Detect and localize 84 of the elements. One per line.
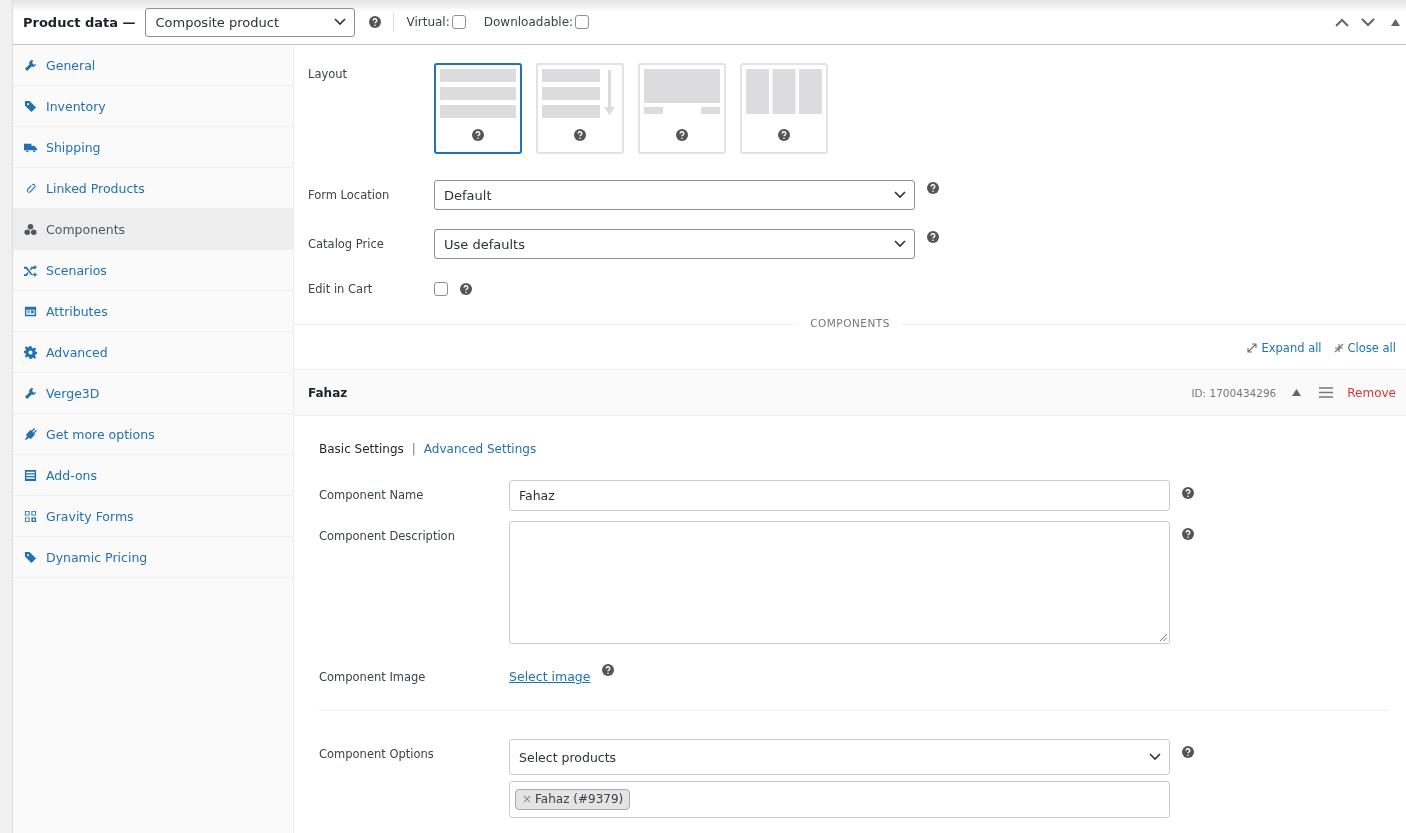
move-down-icon[interactable] [1361, 17, 1375, 27]
sidebar-item[interactable]: Verge3D [13, 373, 293, 414]
product-token[interactable]: × Fahaz (#9379) [515, 789, 631, 810]
resize-handle-icon[interactable] [1160, 634, 1167, 641]
close-all-link[interactable]: Close all [1347, 341, 1396, 355]
help-icon[interactable] [927, 231, 939, 243]
product-select[interactable]: Select products [509, 739, 1170, 775]
help-icon[interactable] [1182, 746, 1194, 758]
chevron-down-icon [894, 191, 906, 199]
form-location-select[interactable]: Default [434, 180, 915, 210]
grid-icon [24, 509, 37, 523]
sidebar-item[interactable]: General [13, 45, 293, 86]
link-icon [24, 181, 37, 195]
sidebar-item[interactable]: Gravity Forms [13, 496, 293, 537]
wrench-icon [24, 386, 37, 400]
sidebar-item[interactable]: Attributes [13, 291, 293, 332]
field-label: Catalog Price [308, 237, 385, 251]
settings-tab[interactable]: Advanced Settings [423, 442, 537, 456]
collapse-icon[interactable] [1391, 18, 1400, 26]
tab-separator: | [411, 442, 416, 456]
field-label: Layout [308, 67, 349, 81]
sidebar-item[interactable]: Get more options [13, 414, 293, 455]
component-description-field[interactable] [509, 521, 1170, 644]
remove-link[interactable]: Remove [1347, 385, 1396, 400]
collapse-icon [1333, 343, 1344, 353]
field-label: Component Options [319, 746, 435, 761]
sidebar-item[interactable]: Shipping [13, 127, 293, 168]
drag-handle-icon[interactable] [1319, 387, 1334, 398]
sidebar-item[interactable]: Advanced [13, 332, 293, 373]
field-label: Component Name [319, 487, 425, 502]
section-heading: COMPONENTS [798, 317, 902, 330]
help-icon[interactable] [602, 664, 615, 676]
field-label: Edit in Cart [308, 282, 374, 296]
help-icon[interactable] [1182, 528, 1194, 540]
help-icon[interactable] [369, 16, 382, 28]
rows-layout-icon [440, 69, 516, 119]
sidebar-item[interactable]: Components [13, 209, 293, 250]
field-label: Form Location [308, 188, 391, 202]
product-type-select[interactable]: Composite product [145, 7, 356, 37]
help-icon[interactable] [472, 129, 484, 141]
circles-icon [24, 222, 37, 236]
downloadable-checkbox[interactable] [575, 15, 590, 29]
help-icon[interactable] [460, 283, 472, 295]
component-name-field[interactable]: Fahaz [509, 480, 1170, 511]
help-icon[interactable] [927, 182, 939, 194]
help-icon[interactable] [1182, 487, 1194, 499]
sidebar-item[interactable]: Scenarios [13, 250, 293, 291]
help-icon[interactable] [574, 129, 586, 141]
sidebar-item[interactable]: Add-ons [13, 455, 293, 496]
expand-all-link[interactable]: Expand all [1261, 341, 1322, 355]
layout-option[interactable] [434, 63, 522, 154]
card-icon [24, 304, 37, 318]
selected-products-field[interactable]: × Fahaz (#9379) [509, 781, 1170, 818]
chevron-down-icon [894, 240, 906, 248]
plug-icon [24, 427, 37, 441]
panel-title: Product data — [23, 14, 136, 30]
select-image-link[interactable]: Select image [509, 662, 591, 684]
virtual-checkbox[interactable] [451, 15, 466, 29]
wrench-icon [24, 58, 37, 72]
edit-in-cart-checkbox[interactable] [434, 282, 448, 296]
component-id: ID: 1700434296 [1191, 386, 1277, 399]
shuffle-icon [24, 263, 37, 277]
sidebar-item[interactable]: Dynamic Pricing [13, 537, 293, 578]
move-up-icon[interactable] [1335, 17, 1349, 27]
chevron-down-icon [1149, 753, 1161, 761]
list-icon [24, 468, 37, 482]
field-label: Component Description [319, 528, 456, 543]
tag-icon [24, 550, 37, 564]
virtual-label: Virtual: [406, 15, 450, 29]
sidebar-item[interactable]: Inventory [13, 86, 293, 127]
component-title: Fahaz [308, 385, 348, 400]
field-label: Component Image [319, 669, 427, 684]
help-icon[interactable] [778, 129, 790, 141]
collapse-icon[interactable] [1292, 389, 1302, 396]
catalog-price-select[interactable]: Use defaults [434, 229, 915, 259]
rows-layout-icon [542, 69, 618, 119]
expand-icon [1247, 343, 1258, 353]
settings-tab[interactable]: Basic Settings [319, 442, 404, 456]
remove-token-button[interactable]: × [522, 792, 533, 806]
chevron-down-icon [334, 18, 347, 26]
downloadable-label: Downloadable: [483, 15, 574, 29]
tag-icon [24, 99, 37, 113]
gear-icon [24, 345, 37, 359]
help-icon[interactable] [676, 129, 688, 141]
